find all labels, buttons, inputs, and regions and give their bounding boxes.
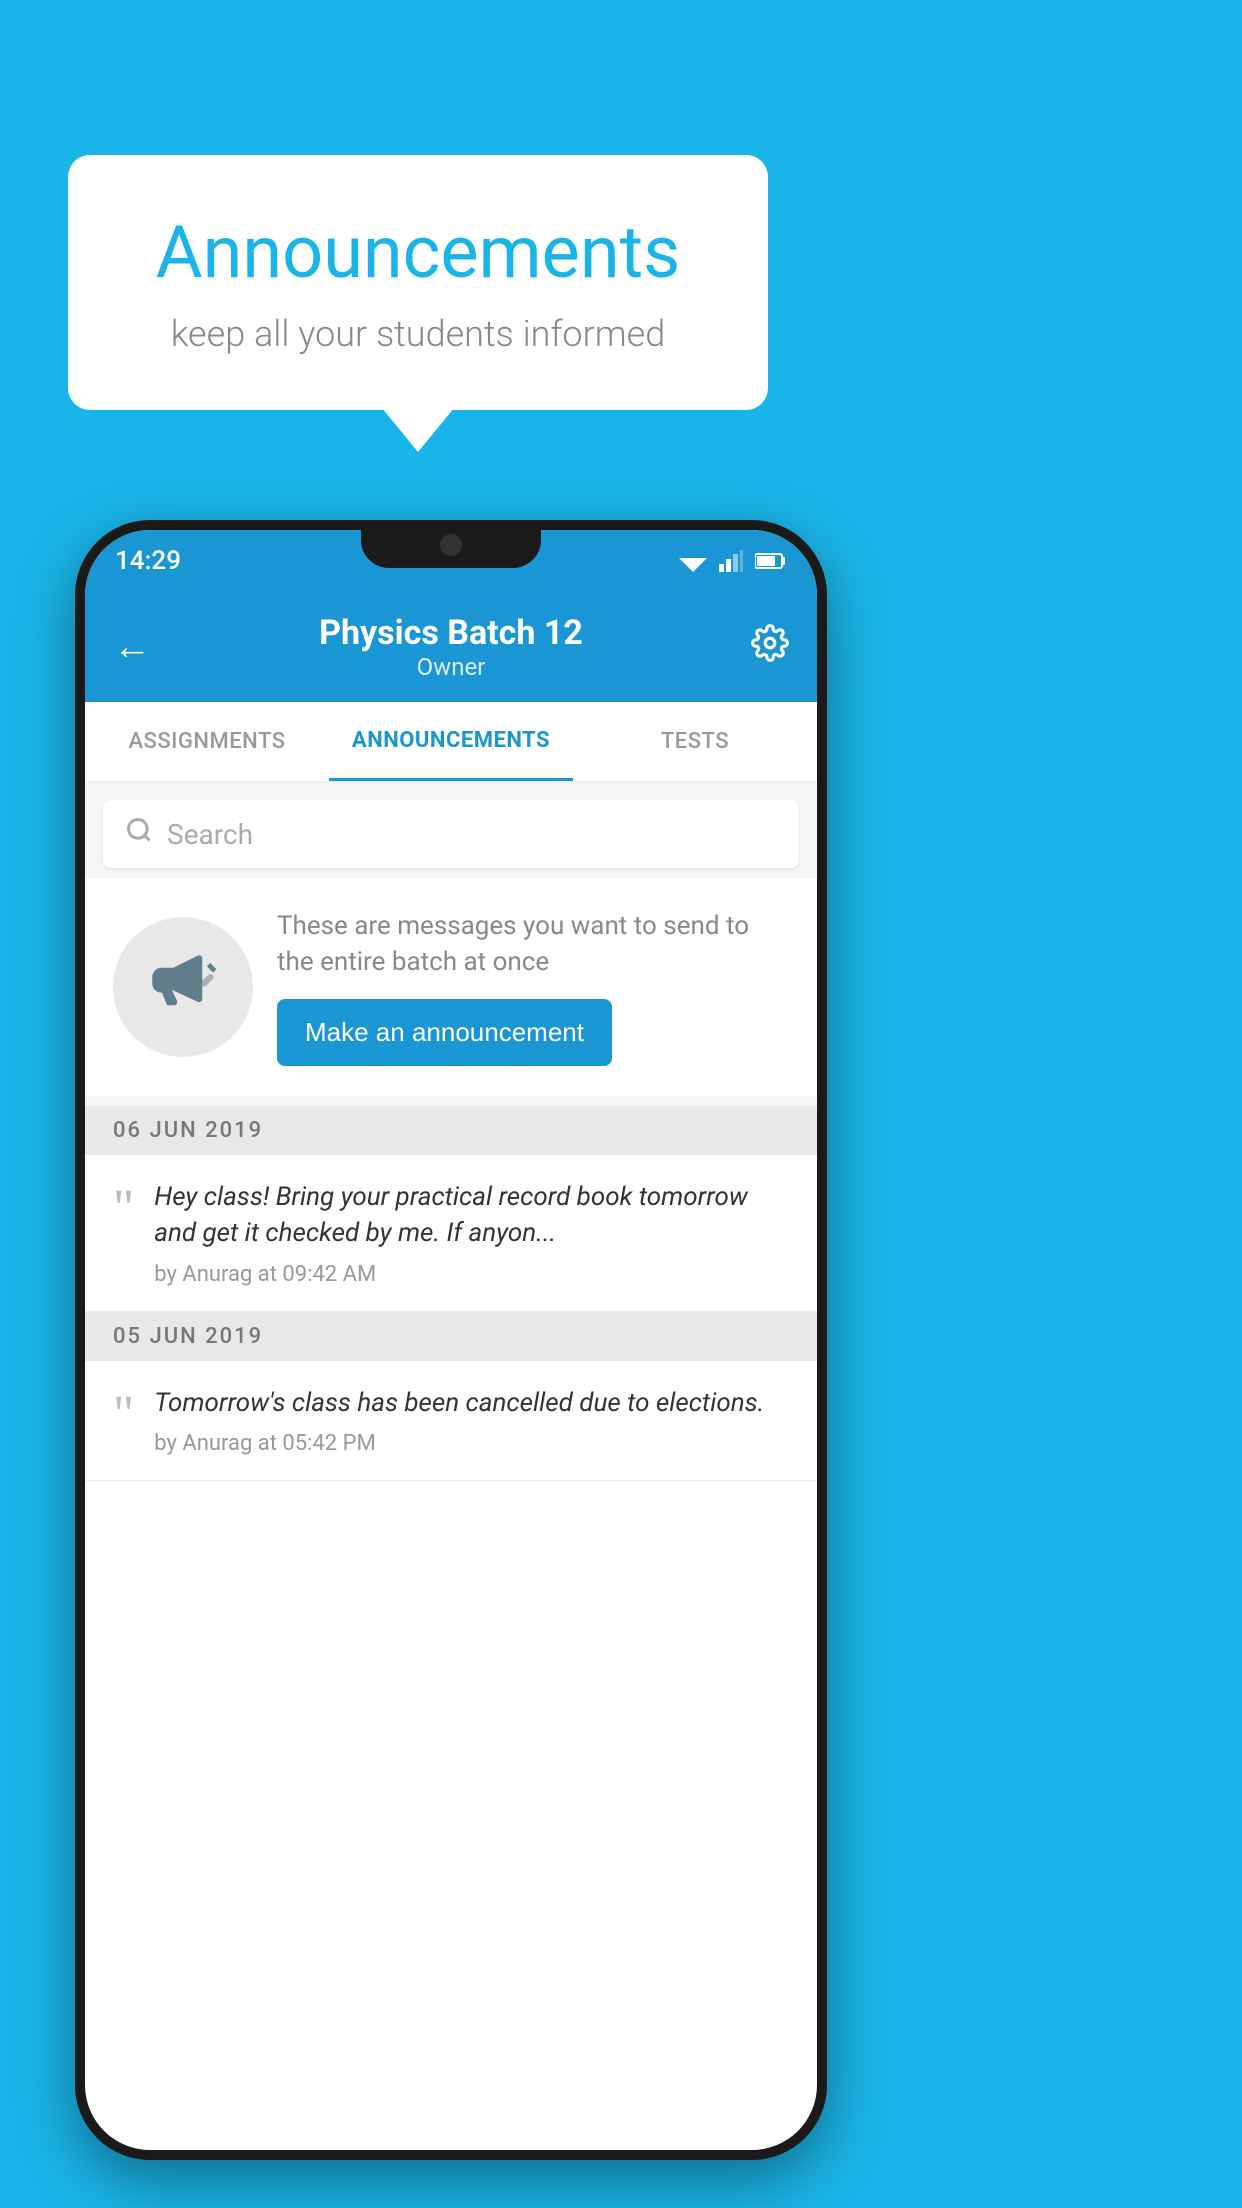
announcement-prompt: These are messages you want to send to t…: [85, 878, 817, 1096]
settings-button[interactable]: [751, 624, 789, 671]
content-area: Search These are messages you want to se…: [85, 782, 817, 1481]
speech-bubble: Announcements keep all your students inf…: [68, 155, 768, 410]
megaphone-icon: [146, 949, 221, 1024]
megaphone-circle: [113, 917, 253, 1057]
quote-icon-1: ": [113, 1183, 134, 1235]
tabs-bar: ASSIGNMENTS ANNOUNCEMENTS TESTS: [85, 702, 817, 782]
speech-bubble-card: Announcements keep all your students inf…: [68, 155, 768, 410]
announcement-content-1: Hey class! Bring your practical record b…: [154, 1179, 789, 1287]
header-subtitle: Owner: [151, 653, 751, 681]
phone-frame: 14:29: [75, 520, 827, 2160]
search-bar[interactable]: Search: [103, 800, 799, 868]
search-icon: [125, 816, 153, 852]
tab-announcements[interactable]: ANNOUNCEMENTS: [329, 702, 573, 781]
announcement-text-2: Tomorrow's class has been cancelled due …: [154, 1385, 789, 1421]
announcement-content-2: Tomorrow's class has been cancelled due …: [154, 1385, 789, 1456]
tab-tests[interactable]: TESTS: [573, 702, 817, 781]
date-divider-2: 05 JUN 2019: [85, 1312, 817, 1361]
header-title: Physics Batch 12: [151, 613, 751, 653]
wifi-icon: [679, 550, 707, 572]
announcement-meta-1: by Anurag at 09:42 AM: [154, 1262, 789, 1287]
quote-icon-2: ": [113, 1389, 134, 1441]
search-svg-icon: [125, 816, 153, 844]
bubble-title: Announcements: [128, 210, 708, 295]
settings-icon: [751, 624, 789, 662]
tab-assignments[interactable]: ASSIGNMENTS: [85, 702, 329, 781]
back-button[interactable]: ←: [113, 625, 151, 669]
date-divider-1: 06 JUN 2019: [85, 1106, 817, 1155]
prompt-right: These are messages you want to send to t…: [277, 908, 789, 1066]
camera: [440, 534, 462, 556]
search-placeholder: Search: [167, 818, 253, 851]
app-header: ← Physics Batch 12 Owner: [85, 592, 817, 702]
announcement-item-2[interactable]: " Tomorrow's class has been cancelled du…: [85, 1361, 817, 1481]
announcement-item-1[interactable]: " Hey class! Bring your practical record…: [85, 1155, 817, 1312]
status-icons: [679, 550, 787, 572]
phone-screen: 14:29: [85, 530, 817, 2150]
announcement-meta-2: by Anurag at 05:42 PM: [154, 1431, 789, 1456]
phone-notch: [361, 520, 541, 568]
announcement-text-1: Hey class! Bring your practical record b…: [154, 1179, 789, 1252]
bubble-subtitle: keep all your students informed: [128, 313, 708, 355]
status-time: 14:29: [115, 546, 181, 576]
signal-icon: [719, 550, 743, 572]
header-center: Physics Batch 12 Owner: [151, 613, 751, 681]
battery-icon: [755, 552, 787, 570]
prompt-text: These are messages you want to send to t…: [277, 908, 789, 981]
make-announcement-button[interactable]: Make an announcement: [277, 999, 612, 1066]
